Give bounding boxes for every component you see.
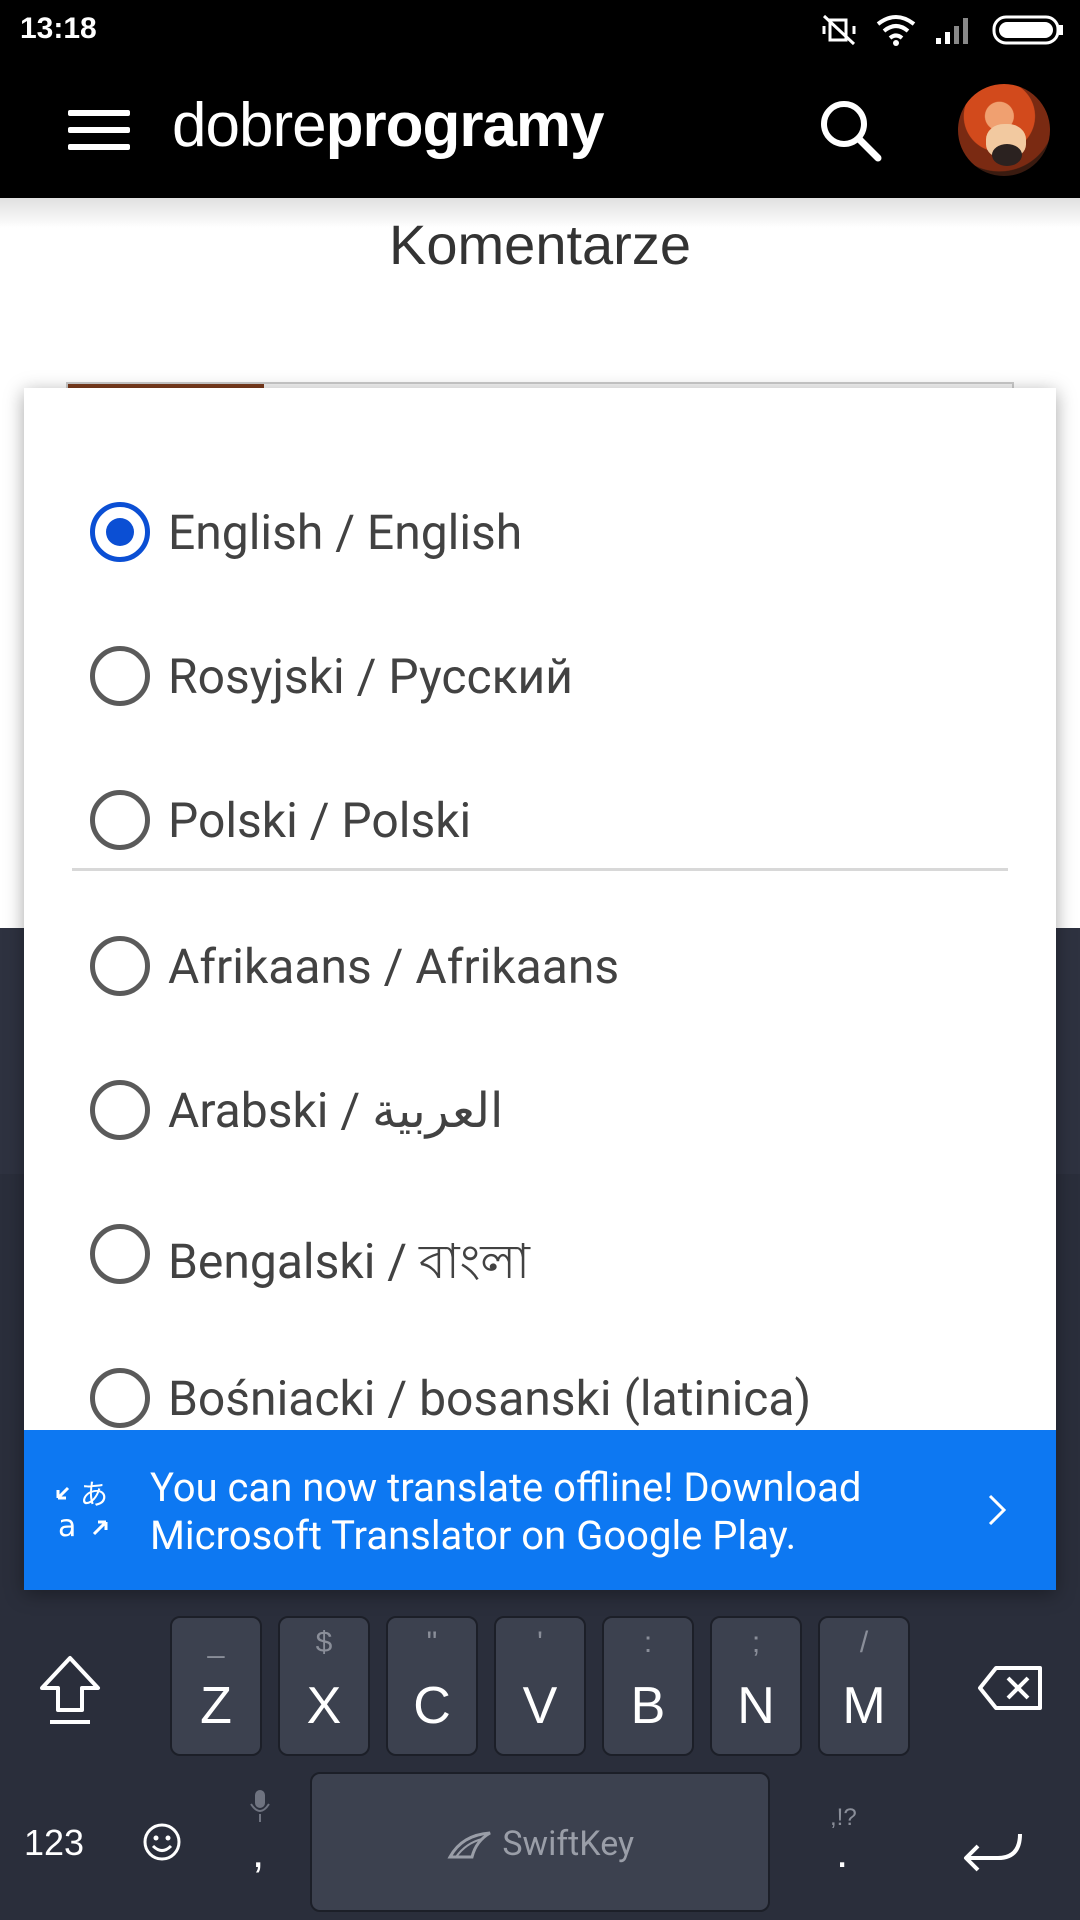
- status-bar: 13:18: [0, 0, 1080, 60]
- radio-button[interactable]: [90, 1368, 150, 1428]
- backspace-icon[interactable]: [976, 1664, 1046, 1712]
- status-time: 13:18: [20, 12, 97, 45]
- divider: [72, 868, 1008, 871]
- enter-icon[interactable]: [958, 1828, 1026, 1872]
- radio-button[interactable]: [90, 1080, 150, 1140]
- space-key[interactable]: SwiftKey: [310, 1772, 770, 1912]
- key-c[interactable]: " C: [386, 1616, 478, 1756]
- language-option[interactable]: Rosyjski / Русский: [24, 604, 1056, 748]
- language-label: Bengalski / বাংলা: [168, 1233, 530, 1290]
- language-label: Bośniacki / bosanski (latinica): [168, 1370, 812, 1427]
- radio-button[interactable]: [90, 936, 150, 996]
- mute-vibrate-icon: [822, 14, 856, 46]
- language-label: English / English: [168, 504, 523, 561]
- svg-text:あ: あ: [80, 1478, 108, 1511]
- key-z[interactable]: _ Z: [170, 1616, 262, 1756]
- language-option[interactable]: Bengalski / বাংলা: [24, 1182, 1056, 1326]
- svg-text:a: a: [58, 1509, 76, 1544]
- page-title: Komentarze: [389, 213, 691, 276]
- language-label: Arabski / العربية: [168, 1082, 504, 1139]
- swiftkey-logo-icon: [447, 1831, 491, 1859]
- radio-button[interactable]: [90, 646, 150, 706]
- wifi-icon: [876, 15, 916, 46]
- radio-selected[interactable]: [90, 502, 150, 562]
- language-option[interactable]: Afrikaans / Afrikaans: [24, 894, 1056, 1038]
- battery-icon: [992, 15, 1063, 45]
- key-v[interactable]: ' V: [494, 1616, 586, 1756]
- radio-button[interactable]: [90, 790, 150, 850]
- language-label: Polski / Polski: [168, 792, 472, 849]
- space-key-label: SwiftKey: [502, 1824, 635, 1864]
- offline-translate-banner[interactable]: あ a You can now translate offline! Downl…: [24, 1430, 1056, 1590]
- logo-light: dobre: [172, 91, 327, 160]
- language-dialog: English / English Rosyjski / Русский Pol…: [24, 388, 1056, 1590]
- site-logo[interactable]: dobreprogramy: [172, 90, 605, 161]
- key-x[interactable]: $ X: [278, 1616, 370, 1756]
- numbers-key[interactable]: 123: [24, 1822, 84, 1864]
- translate-icon: あ a: [56, 1478, 108, 1544]
- key-m[interactable]: / M: [818, 1616, 910, 1756]
- search-icon[interactable]: [818, 98, 882, 162]
- banner-text: You can now translate offline! Download …: [150, 1464, 862, 1559]
- signal-icon: [936, 18, 968, 44]
- shift-icon[interactable]: [36, 1652, 104, 1728]
- language-option[interactable]: Arabski / العربية: [24, 1038, 1056, 1182]
- chevron-right-icon[interactable]: [982, 1490, 1012, 1530]
- logo-bold: programy: [325, 91, 605, 160]
- avatar[interactable]: [958, 84, 1050, 176]
- comma-key[interactable]: ,: [252, 1828, 264, 1878]
- microphone-icon: [250, 1790, 270, 1822]
- key-n[interactable]: ; N: [710, 1616, 802, 1756]
- period-key[interactable]: .: [836, 1828, 848, 1878]
- key-b[interactable]: :B: [602, 1616, 694, 1756]
- menu-icon[interactable]: [68, 110, 130, 150]
- status-icons: [820, 10, 1066, 50]
- app-header: dobreprogramy: [0, 60, 1080, 198]
- radio-button[interactable]: [90, 1224, 150, 1284]
- language-label: Afrikaans / Afrikaans: [168, 938, 620, 995]
- emoji-icon[interactable]: [142, 1822, 182, 1862]
- language-label: Rosyjski / Русский: [168, 648, 573, 705]
- language-option[interactable]: English / English: [24, 460, 1056, 604]
